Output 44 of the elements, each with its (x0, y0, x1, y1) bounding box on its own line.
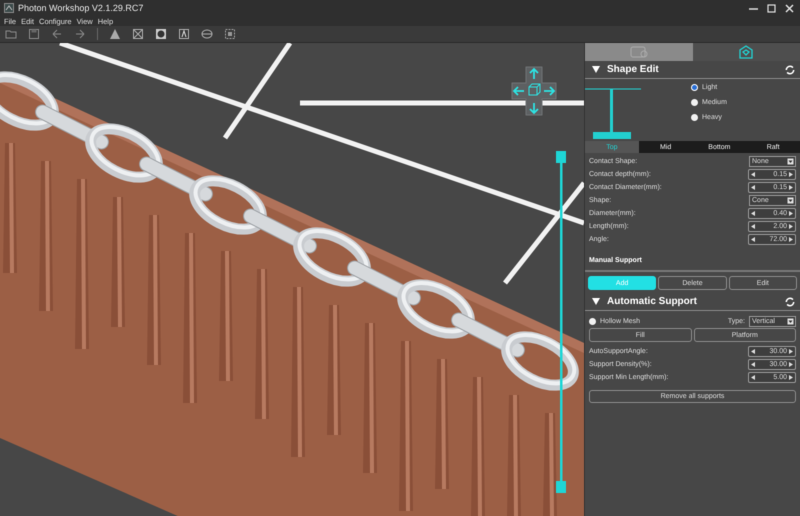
save-icon[interactable] (28, 28, 40, 40)
open-icon[interactable] (5, 28, 17, 40)
cube-support-icon (739, 45, 754, 59)
layer-range-slider[interactable] (555, 151, 567, 493)
decrement-arrow-icon[interactable] (751, 185, 755, 190)
redo-icon[interactable] (74, 28, 86, 40)
increment-arrow-icon[interactable] (789, 224, 793, 229)
decrement-arrow-icon[interactable] (751, 375, 755, 380)
refresh-icon[interactable] (785, 64, 795, 74)
decrement-arrow-icon[interactable] (751, 172, 755, 177)
collapse-triangle-icon[interactable] (592, 66, 600, 73)
dropdown-arrow-icon (787, 197, 794, 204)
section-title: Shape Edit (607, 64, 659, 75)
refresh-icon[interactable] (785, 296, 795, 306)
increment-arrow-icon[interactable] (789, 362, 793, 367)
increment-arrow-icon[interactable] (789, 237, 793, 242)
view-navigation-control[interactable] (510, 65, 558, 117)
disc-icon[interactable] (201, 28, 213, 40)
frame-icon[interactable] (224, 28, 236, 40)
increment-arrow-icon[interactable] (789, 375, 793, 380)
increment-arrow-icon[interactable] (789, 172, 793, 177)
radio-button[interactable] (691, 114, 698, 121)
app-icon (4, 3, 14, 13)
panel-tab[interactable] (692, 43, 800, 61)
decrement-arrow-icon[interactable] (751, 349, 755, 354)
section-title: Automatic Support (607, 296, 697, 307)
decrement-arrow-icon[interactable] (751, 362, 755, 367)
collapse-triangle-icon[interactable] (592, 298, 600, 305)
monitor-icon (630, 46, 648, 58)
radio-button[interactable] (691, 99, 698, 106)
increment-arrow-icon[interactable] (789, 185, 793, 190)
dropdown-arrow-icon (787, 318, 794, 325)
increment-arrow-icon[interactable] (789, 211, 793, 216)
radio-button[interactable] (589, 318, 596, 325)
window-title: Photon Workshop V2.1.29.RC7 (18, 3, 144, 13)
decrement-arrow-icon[interactable] (751, 237, 755, 242)
increment-arrow-icon[interactable] (789, 349, 793, 354)
decrement-arrow-icon[interactable] (751, 224, 755, 229)
undo-icon[interactable] (51, 28, 63, 40)
dropdown-arrow-icon (787, 158, 794, 165)
close-icon[interactable] (785, 4, 794, 12)
maximize-icon[interactable] (767, 4, 776, 12)
circle-icon[interactable] (155, 28, 167, 40)
decrement-arrow-icon[interactable] (751, 211, 755, 216)
